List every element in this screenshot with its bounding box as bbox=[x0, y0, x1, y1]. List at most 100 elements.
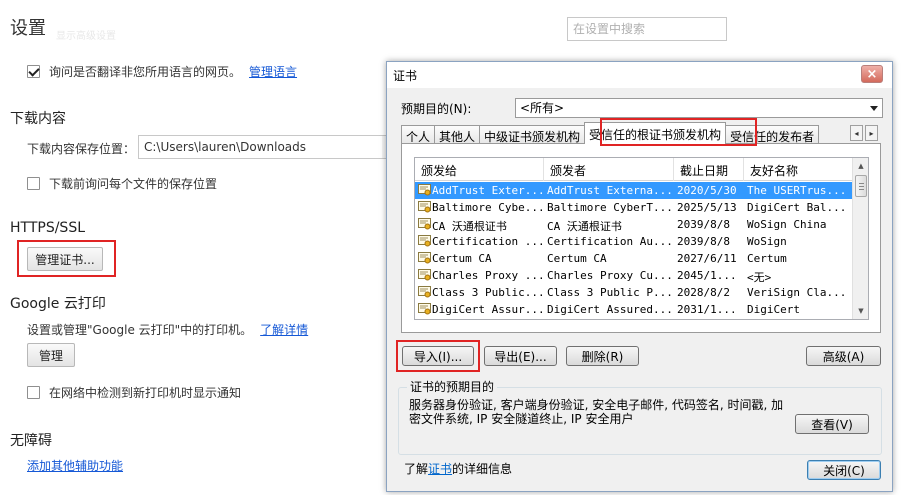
purpose-select-value: <所有> bbox=[520, 101, 565, 115]
certificates-learn-more-link[interactable]: 证书 bbox=[428, 462, 452, 476]
grip-line bbox=[859, 183, 864, 184]
export-button[interactable]: 导出(E)... bbox=[484, 346, 557, 366]
certificate-icon bbox=[418, 201, 431, 213]
learn-more-link[interactable]: 了解详情 bbox=[260, 321, 308, 338]
table-row[interactable]: DigiCert Assur... DigiCert Assured... 2031… bbox=[415, 301, 852, 318]
column-issued-to[interactable]: 颁发给 bbox=[415, 158, 544, 181]
dialog-close-icon[interactable]: × bbox=[861, 65, 883, 83]
tab-other-people[interactable]: 其他人 bbox=[434, 125, 481, 144]
purpose-select[interactable]: <所有> bbox=[515, 98, 883, 118]
cell-friendly-name: The USERTrus... bbox=[747, 184, 847, 197]
scrollbar-thumb[interactable] bbox=[855, 175, 867, 197]
column-friendly-name[interactable]: 友好名称 bbox=[744, 158, 852, 181]
translate-checkbox[interactable] bbox=[27, 65, 40, 78]
cell-issued-by: Baltimore CyberT... bbox=[547, 201, 671, 214]
cell-friendly-name: <无> bbox=[747, 271, 772, 284]
view-button[interactable]: 查看(V) bbox=[795, 414, 869, 434]
cell-issued-to: Certum CA bbox=[432, 252, 492, 265]
tab-scroll-right-icon[interactable]: ▸ bbox=[865, 125, 878, 141]
downloads-heading: 下载内容 bbox=[10, 111, 66, 127]
table-row[interactable]: Class 3 Public... Class 3 Public P... 2028… bbox=[415, 284, 852, 301]
certificate-dialog: 证书 × 预期目的(N): <所有> 个人 其他人 中级证书颁发机构 受信任的根… bbox=[386, 61, 893, 492]
cell-expiration: 2020/5/30 bbox=[677, 184, 737, 197]
download-location-label: 下载内容保存位置： bbox=[27, 142, 136, 156]
ask-download-checkbox[interactable] bbox=[27, 177, 40, 190]
highlight-trusted-root-tab bbox=[600, 118, 757, 146]
dialog-title: 证书 bbox=[393, 69, 418, 83]
highlight-import-button bbox=[396, 340, 480, 372]
cell-expiration: 2039/8/8 bbox=[677, 235, 730, 248]
intended-purposes-title: 证书的预期目的 bbox=[407, 378, 498, 395]
grip-line bbox=[859, 189, 864, 190]
certificate-icon bbox=[418, 252, 431, 264]
table-row[interactable]: Certum CA Certum CA 2027/6/11 Certum bbox=[415, 250, 852, 267]
scroll-up-icon[interactable]: ▲ bbox=[853, 158, 868, 174]
table-row[interactable]: CA 沃通根证书 CA 沃通根证书 2039/8/8 WoSign China bbox=[415, 216, 852, 233]
table-row[interactable]: AddTrust Exter... AddTrust Externa... 2020… bbox=[415, 182, 852, 199]
certificate-list: 颁发给 颁发者 截止日期 友好名称 AddTrust Exter... AddTr… bbox=[414, 157, 869, 320]
highlight-manage-certificates bbox=[17, 240, 116, 277]
certificate-icon bbox=[418, 269, 431, 281]
certificate-list-scrollbar[interactable]: ▲ ▼ bbox=[852, 158, 868, 319]
ask-download-option: 下载前询问每个文件的保存位置 bbox=[27, 175, 217, 192]
cell-friendly-name: DigiCert bbox=[747, 303, 800, 316]
cell-issued-by: Certification Au... bbox=[547, 235, 671, 248]
dialog-titlebar[interactable]: 证书 × bbox=[387, 62, 892, 88]
chevron-down-icon bbox=[870, 106, 878, 111]
advanced-button[interactable]: 高级(A) bbox=[806, 346, 881, 366]
tab-personal[interactable]: 个人 bbox=[401, 125, 436, 144]
settings-search-input[interactable]: 在设置中搜索 bbox=[567, 17, 727, 41]
table-row[interactable]: Baltimore Cybe... Baltimore CyberT... 2025… bbox=[415, 199, 852, 216]
tab-intermediate-ca[interactable]: 中级证书颁发机构 bbox=[479, 125, 586, 144]
https-heading: HTTPS/SSL bbox=[10, 220, 86, 236]
accessibility-heading: 无障碍 bbox=[10, 433, 52, 449]
column-issued-by[interactable]: 颁发者 bbox=[544, 158, 674, 181]
cell-issued-by: Class 3 Public P... bbox=[547, 286, 671, 299]
cell-issued-by: CA 沃通根证书 bbox=[547, 220, 622, 233]
column-expiration[interactable]: 截止日期 bbox=[674, 158, 744, 181]
cell-issued-to: CA 沃通根证书 bbox=[432, 220, 507, 233]
purpose-label: 预期目的(N): bbox=[401, 102, 472, 116]
manage-languages-link[interactable]: 管理语言 bbox=[249, 63, 297, 80]
remove-button[interactable]: 删除(R) bbox=[566, 346, 639, 366]
scroll-down-icon[interactable]: ▼ bbox=[853, 303, 868, 319]
translate-option: 询问是否翻译非您所用语言的网页。 管理语言 bbox=[27, 63, 297, 80]
certificate-icon bbox=[418, 184, 431, 196]
certificate-icon bbox=[418, 218, 431, 230]
footer-prefix: 了解 bbox=[404, 462, 429, 476]
manage-printers-button[interactable]: 管理 bbox=[27, 343, 75, 367]
cell-issued-to: Baltimore Cybe... bbox=[432, 201, 542, 214]
cell-issued-to: Certification ... bbox=[432, 235, 542, 248]
certificate-icon bbox=[418, 303, 431, 315]
footer-suffix: 的详细信息 bbox=[452, 462, 513, 476]
cell-expiration: 2031/1... bbox=[677, 303, 737, 316]
cell-issued-by: DigiCert Assured... bbox=[547, 303, 671, 316]
cell-issued-by: Certum CA bbox=[547, 252, 607, 265]
intended-purposes-text: 服务器身份验证, 客户端身份验证, 安全电子邮件, 代码签名, 时间戳, 加密文… bbox=[409, 398, 784, 426]
cloud-print-description-row: 设置或管理"Google 云打印"中的打印机。 了解详情 bbox=[27, 321, 308, 338]
cell-expiration: 2027/6/11 bbox=[677, 252, 737, 265]
table-row[interactable]: Charles Proxy ... Charles Proxy Cu... 2045… bbox=[415, 267, 852, 284]
cell-friendly-name: Certum bbox=[747, 252, 787, 265]
cell-issued-to: Class 3 Public... bbox=[432, 286, 542, 299]
table-row[interactable]: Certification ... Certification Au... 2039… bbox=[415, 233, 852, 250]
certificate-list-header: 颁发给 颁发者 截止日期 友好名称 bbox=[415, 158, 852, 181]
cell-issued-by: AddTrust Externa... bbox=[547, 184, 671, 197]
download-location-input[interactable]: C:\Users\lauren\Downloads bbox=[138, 135, 383, 159]
ask-download-label: 下载前询问每个文件的保存位置 bbox=[49, 177, 218, 191]
close-button[interactable]: 关闭(C) bbox=[807, 460, 881, 480]
cell-expiration: 2039/8/8 bbox=[677, 218, 730, 231]
cell-friendly-name: DigiCert Bal... bbox=[747, 201, 847, 214]
cell-expiration: 2045/1... bbox=[677, 269, 737, 282]
cell-friendly-name: WoSign China bbox=[747, 218, 827, 231]
cell-expiration: 2025/5/13 bbox=[677, 201, 737, 214]
printer-notify-checkbox[interactable] bbox=[27, 386, 40, 399]
add-accessibility-features-link[interactable]: 添加其他辅助功能 bbox=[27, 457, 123, 474]
cell-issued-to: AddTrust Exter... bbox=[432, 184, 542, 197]
tab-scroll-left-icon[interactable]: ◂ bbox=[850, 125, 863, 141]
cell-friendly-name: VeriSign Cla... bbox=[747, 286, 847, 299]
printer-notify-option: 在网络中检测到新打印机时显示通知 bbox=[27, 384, 241, 401]
printer-notify-label: 在网络中检测到新打印机时显示通知 bbox=[49, 386, 242, 400]
cell-issued-to: Charles Proxy ... bbox=[432, 269, 542, 282]
cloud-print-description: 设置或管理"Google 云打印"中的打印机。 bbox=[27, 323, 253, 337]
